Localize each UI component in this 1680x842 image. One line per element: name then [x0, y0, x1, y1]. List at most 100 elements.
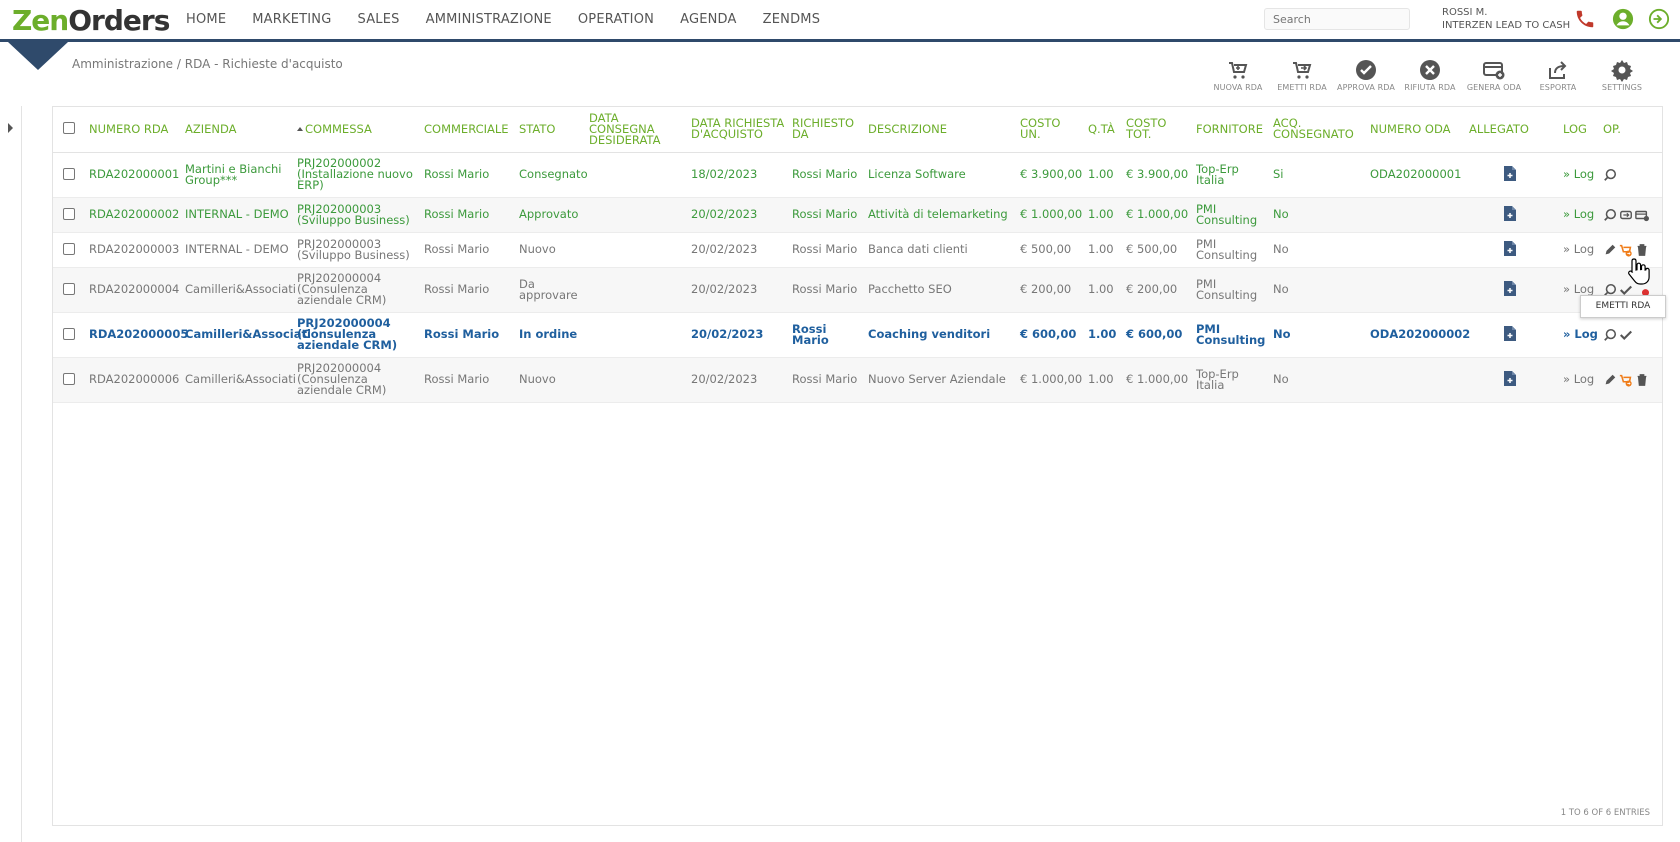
send-cart-orange-icon[interactable] — [1619, 243, 1633, 257]
sidebar-expand-icon[interactable] — [8, 123, 13, 133]
search-icon[interactable] — [1603, 328, 1617, 342]
trash-icon[interactable] — [1635, 373, 1649, 387]
row-checkbox[interactable] — [63, 207, 75, 220]
col-stato[interactable]: STATO — [517, 107, 587, 153]
col-acq-consegnato[interactable]: ACQ. CONSEGNATO — [1271, 107, 1368, 153]
cell-numero-rda: RDA202000001 — [87, 152, 183, 198]
cell-log[interactable]: » Log — [1561, 232, 1601, 268]
esporta-button[interactable]: ESPORTA — [1526, 58, 1590, 92]
col-data-richiesta[interactable]: DATA RICHIESTA D'ACQUISTO — [689, 107, 790, 153]
breadcrumb: Amministrazione / RDA - Richieste d'acqu… — [72, 57, 343, 71]
col-richiesto-da[interactable]: RICHIESTO DA — [790, 107, 866, 153]
file-add-icon[interactable] — [1503, 205, 1517, 222]
row-checkbox[interactable] — [63, 282, 75, 295]
nav-operation[interactable]: OPERATION — [578, 12, 654, 27]
row-checkbox[interactable] — [63, 372, 75, 385]
cell-log[interactable]: » Log — [1561, 357, 1601, 403]
cell-data-consegna — [587, 232, 689, 268]
col-commerciale[interactable]: COMMERCIALE — [422, 107, 517, 153]
emetti-rda-button[interactable]: EMETTI RDA — [1270, 58, 1334, 92]
col-qta[interactable]: Q.TÀ — [1086, 107, 1124, 153]
col-azienda[interactable]: AZIENDA — [183, 107, 295, 153]
checkmark-icon[interactable] — [1619, 328, 1633, 342]
search-icon[interactable] — [1603, 208, 1617, 222]
col-descrizione[interactable]: DESCRIZIONE — [866, 107, 1018, 153]
phone-icon[interactable] — [1574, 8, 1596, 30]
search-input[interactable] — [1264, 8, 1410, 30]
table-row[interactable]: RDA202000002 INTERNAL - DEMO PRJ202000003 … — [53, 197, 1662, 233]
file-add-icon[interactable] — [1503, 370, 1517, 387]
cell-costo-tot: € 500,00 — [1124, 232, 1194, 268]
add-cart-icon — [1229, 62, 1248, 79]
genera-oda-button[interactable]: GENERA ODA — [1462, 58, 1526, 92]
nuova-rda-button[interactable]: NUOVA RDA — [1206, 58, 1270, 92]
table-row[interactable]: RDA202000004 Camilleri&Associati PRJ202000… — [53, 267, 1662, 313]
table-row[interactable]: RDA202000001 Martini e Bianchi Group*** PR… — [53, 152, 1662, 198]
cell-log[interactable]: » Log — [1561, 152, 1601, 198]
gear-icon — [1611, 60, 1633, 82]
file-add-icon[interactable] — [1503, 280, 1517, 297]
cell-data-consegna — [587, 267, 689, 313]
nav-agenda[interactable]: AGENDA — [680, 12, 737, 27]
cell-allegato — [1467, 267, 1561, 313]
table-row[interactable]: RDA202000005 Camilleri&Associati PRJ202000… — [53, 312, 1662, 358]
menu-toggle-triangle[interactable] — [8, 42, 68, 70]
cell-richiesto-da: Rossi Mario — [790, 232, 866, 268]
approva-rda-button[interactable]: APPROVA RDA — [1334, 58, 1398, 92]
user-circle-icon[interactable] — [1612, 8, 1634, 30]
logout-icon[interactable] — [1648, 8, 1670, 30]
top-navbar: ZenOrders HOME MARKETING SALES AMMINISTR… — [0, 0, 1680, 42]
nav-zendms[interactable]: ZENDMS — [763, 12, 821, 27]
rifiuta-rda-button[interactable]: RIFIUTA RDA — [1398, 58, 1462, 92]
nav-sales[interactable]: SALES — [358, 12, 400, 27]
cell-commerciale: Rossi Mario — [422, 232, 517, 268]
col-log[interactable]: LOG — [1561, 107, 1601, 153]
swap-icon[interactable] — [1619, 208, 1633, 222]
cell-fornitore: Top-Erp Italia — [1194, 152, 1271, 198]
card-plus-icon[interactable] — [1635, 208, 1649, 222]
nav-marketing[interactable]: MARKETING — [252, 12, 331, 27]
file-add-icon[interactable] — [1503, 165, 1517, 182]
app-logo[interactable]: ZenOrders — [12, 4, 170, 37]
cell-acq-consegnato: No — [1271, 267, 1368, 313]
col-fornitore[interactable]: FORNITORE — [1194, 107, 1271, 153]
table-row[interactable]: RDA202000003 INTERNAL - DEMO PRJ202000003 … — [53, 232, 1662, 268]
cell-stato: Approvato — [517, 197, 587, 233]
col-numero-oda[interactable]: NUMERO ODA — [1368, 107, 1467, 153]
col-commessa[interactable]: COMMESSA — [295, 107, 422, 153]
cell-allegato — [1467, 312, 1561, 358]
cell-azienda: Camilleri&Associati — [183, 312, 311, 358]
col-costo-un[interactable]: COSTO UN. — [1018, 107, 1086, 153]
cell-ops — [1601, 357, 1662, 403]
cell-richiesto-da: Rossi Mario — [790, 197, 866, 233]
nav-amministrazione[interactable]: AMMINISTRAZIONE — [426, 12, 552, 27]
row-checkbox-cell — [53, 267, 87, 313]
user-info[interactable]: ROSSI M. INTERZEN LEAD TO CASH — [1442, 6, 1570, 32]
cell-log[interactable]: » Log — [1561, 197, 1601, 233]
row-checkbox-cell — [53, 197, 87, 233]
edit-pencil-icon[interactable] — [1603, 373, 1617, 387]
cell-costo-un: € 1.000,00 — [1018, 357, 1086, 403]
file-add-icon[interactable] — [1503, 325, 1517, 342]
cell-azienda: INTERNAL - DEMO — [183, 197, 295, 233]
col-numero-rda[interactable]: NUMERO RDA — [87, 107, 183, 153]
cell-descrizione: Coaching venditori — [866, 312, 1018, 358]
trash-icon[interactable] — [1635, 243, 1649, 257]
send-cart-orange-icon[interactable] — [1619, 373, 1633, 387]
cell-azienda: INTERNAL - DEMO — [183, 232, 295, 268]
row-checkbox[interactable] — [63, 327, 75, 340]
search-icon[interactable] — [1603, 168, 1617, 182]
table-row[interactable]: RDA202000006 Camilleri&Associati PRJ202000… — [53, 357, 1662, 403]
select-all-checkbox[interactable] — [63, 122, 75, 135]
cell-numero-oda — [1368, 357, 1467, 403]
settings-button[interactable]: SETTINGS — [1590, 58, 1654, 92]
row-checkbox[interactable] — [63, 167, 75, 180]
cell-log[interactable]: » Log — [1561, 312, 1601, 358]
nav-home[interactable]: HOME — [186, 12, 226, 27]
col-allegato[interactable]: ALLEGATO — [1467, 107, 1561, 153]
file-add-icon[interactable] — [1503, 240, 1517, 257]
col-data-consegna[interactable]: DATA CONSEGNA DESIDERATA — [587, 107, 689, 153]
edit-pencil-icon[interactable] — [1603, 243, 1617, 257]
row-checkbox[interactable] — [63, 242, 75, 255]
col-costo-tot[interactable]: COSTO TOT. — [1124, 107, 1194, 153]
